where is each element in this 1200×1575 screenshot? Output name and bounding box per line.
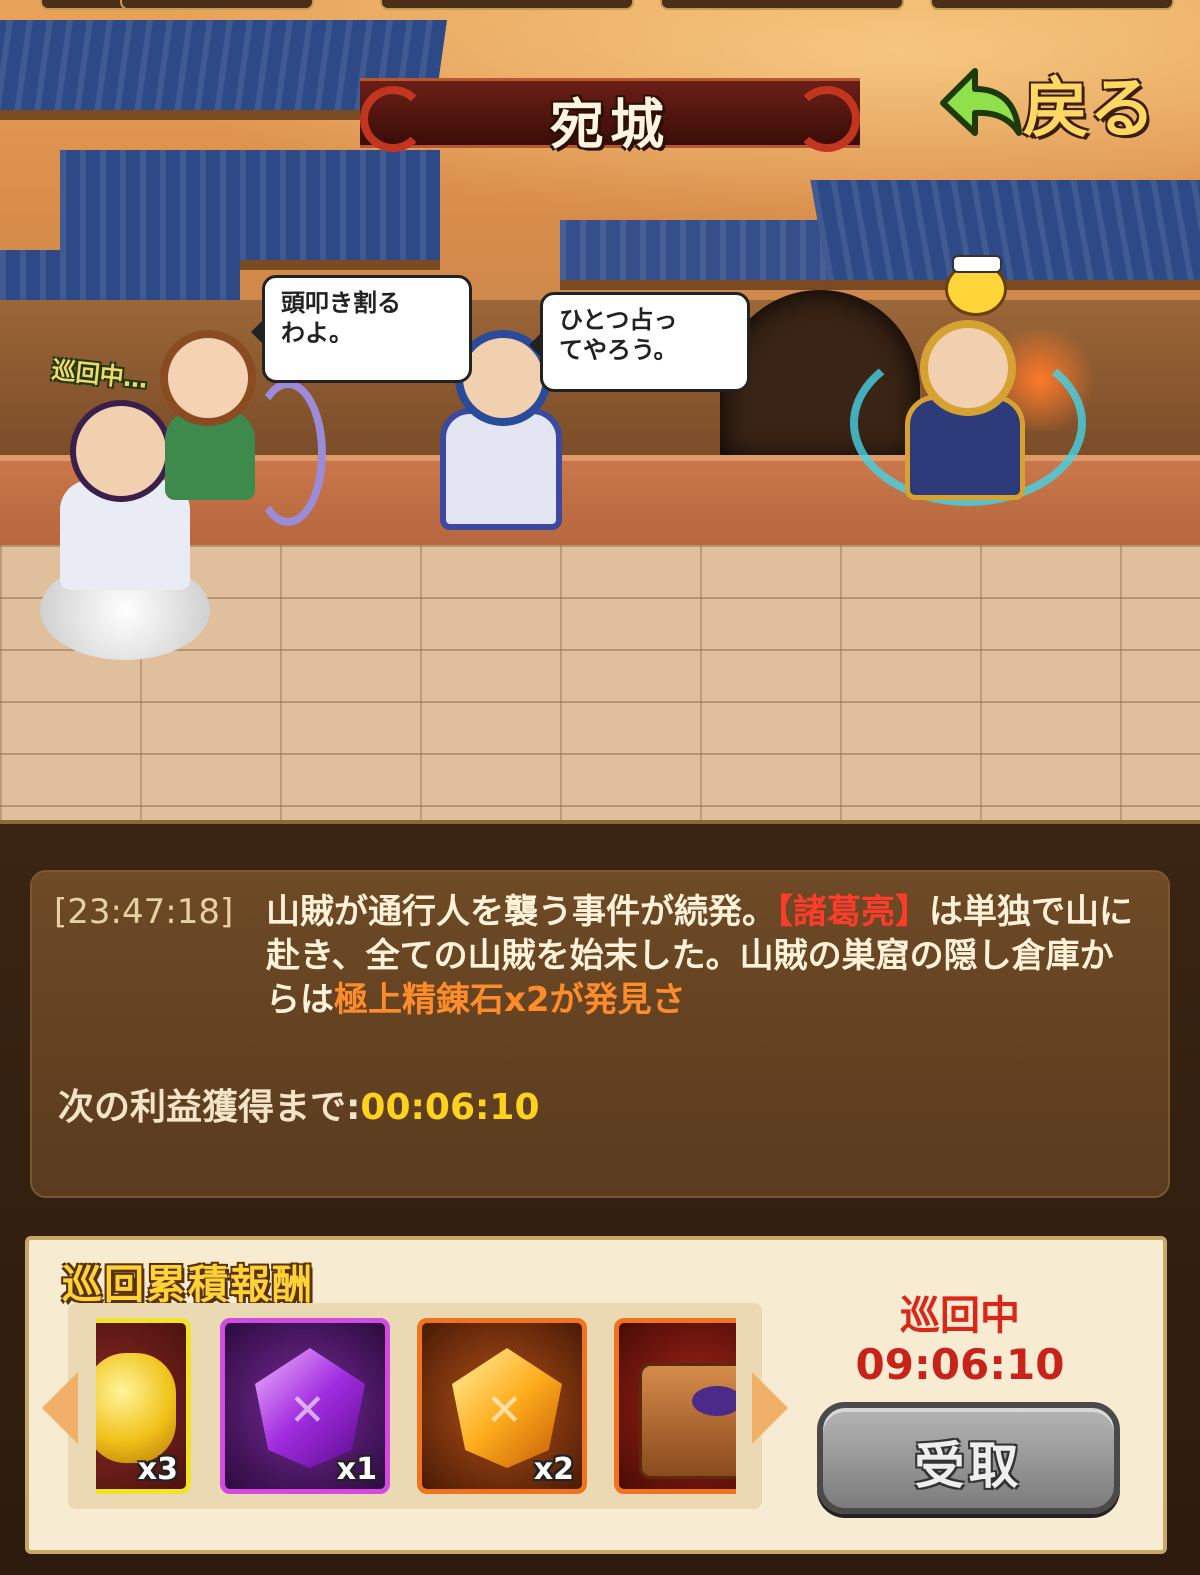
- speech-bubble: ひとつ占っ てやろう。: [529, 292, 750, 392]
- next-reward-time: 00:06:10: [360, 1087, 540, 1128]
- reward-title: 巡回累積報酬: [62, 1262, 314, 1308]
- reward-item-list[interactable]: x3 ✕ x1 ✕ x2: [96, 1318, 736, 1496]
- log-reward-text: 極上精錬石x2が発見さ: [334, 980, 686, 1020]
- reward-item[interactable]: x3: [96, 1318, 191, 1494]
- scroll-left-arrow-icon[interactable]: [42, 1372, 78, 1444]
- location-banner: 宛城: [300, 70, 920, 156]
- treasure-chest-icon: [639, 1363, 736, 1479]
- speech-bubble: 頭叩き割る わよ。: [251, 275, 472, 383]
- back-label: 戻る: [1023, 70, 1155, 147]
- claim-label: 受取: [914, 1437, 1023, 1495]
- next-reward-label: 次の利益獲得まで:: [58, 1087, 361, 1128]
- log-hero-name: 【諸葛亮】: [776, 892, 929, 932]
- next-reward-countdown: 次の利益獲得まで:00:06:10: [58, 1078, 540, 1130]
- reward-item[interactable]: ✕ x1: [220, 1318, 390, 1494]
- patrol-timer: 09:06:10: [855, 1340, 1065, 1389]
- back-button[interactable]: 戻る: [935, 55, 1175, 150]
- top-resource-strip: [0, 0, 1200, 10]
- gold-ingot-icon: [96, 1353, 176, 1463]
- log-timestamp: [23:47:18]: [54, 892, 234, 932]
- speech-text: 頭叩き割る わよ。: [281, 289, 401, 347]
- event-log[interactable]: [23:47:18] 山賊が通行人を襲う事件が続発。【諸葛亮】は単独で山に赴き、…: [30, 870, 1170, 1198]
- reward-item[interactable]: ✕ x2: [417, 1318, 587, 1494]
- log-message: 山賊が通行人を襲う事件が続発。【諸葛亮】は単独で山に赴き、全ての山賊を始末した。…: [266, 890, 1146, 1022]
- emote-icon: [945, 255, 1007, 316]
- battle-scene: 宛城 戻る 巡回中… 頭叩き割る わよ。 ひとつ占っ てやろう。: [0, 0, 1200, 820]
- reward-item[interactable]: [614, 1318, 736, 1494]
- scroll-right-arrow-icon[interactable]: [752, 1372, 788, 1444]
- item-quantity: x2: [533, 1452, 574, 1487]
- location-title: 宛城: [550, 92, 670, 156]
- item-quantity: x1: [336, 1452, 377, 1487]
- patrol-status: 巡回中: [900, 1293, 1020, 1339]
- log-text-part: 山賊が通行人を襲う事件が続発。: [266, 892, 776, 932]
- item-quantity: x3: [137, 1452, 178, 1487]
- roof: [560, 220, 860, 290]
- roof: [810, 180, 1200, 290]
- speech-text: ひとつ占っ てやろう。: [559, 306, 678, 364]
- claim-button[interactable]: 受取: [817, 1402, 1120, 1514]
- back-arrow-icon: [940, 68, 1022, 136]
